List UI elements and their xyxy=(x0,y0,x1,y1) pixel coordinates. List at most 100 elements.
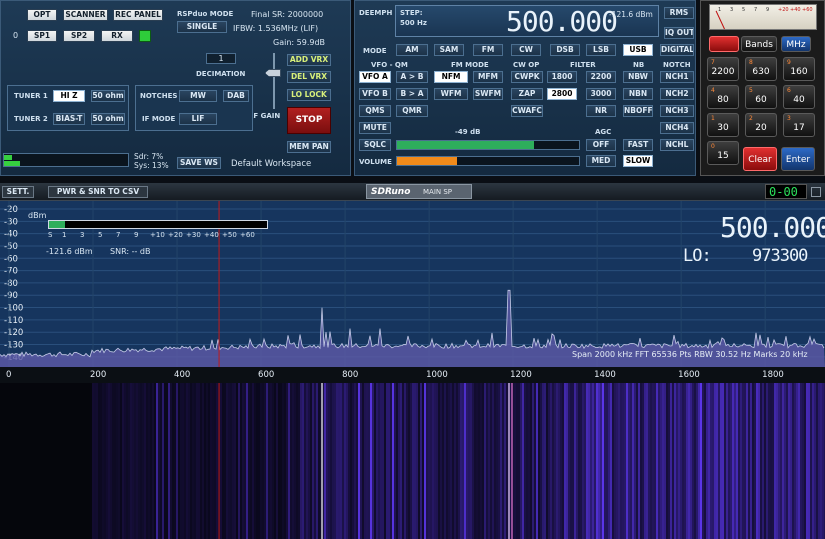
nch4-button[interactable]: NCH4 xyxy=(660,122,694,134)
filter-3000-button[interactable]: 3000 xyxy=(586,88,616,100)
cwpk-button[interactable]: CWPK xyxy=(511,71,543,83)
qms-button[interactable]: QMS xyxy=(359,105,391,117)
nr-button[interactable]: NR xyxy=(586,105,616,117)
agc-slow-button[interactable]: SLOW xyxy=(623,155,653,167)
deemph-label[interactable]: DEEMPH xyxy=(359,9,392,17)
agc-fast-button[interactable]: FAST xyxy=(623,139,653,151)
enter-button[interactable]: Enter xyxy=(781,147,815,171)
nfm-button[interactable]: NFM xyxy=(434,71,468,83)
mode-usb-button[interactable]: USB xyxy=(623,44,653,56)
vfo-frequency[interactable]: 500.000 xyxy=(506,5,618,38)
window-minimize-icon[interactable] xyxy=(811,187,821,197)
lo-lock-button[interactable]: LO LOCK xyxy=(287,89,331,101)
keypad-key-5[interactable]: 5 60 xyxy=(745,85,777,109)
keypad-key-0[interactable]: 0 15 xyxy=(707,141,739,165)
db-tick-label: -40 xyxy=(4,230,18,240)
nch2-button[interactable]: NCH2 xyxy=(660,88,694,100)
iq-out-button[interactable]: IQ OUT xyxy=(664,27,694,39)
a-to-b-button[interactable]: A > B xyxy=(396,71,428,83)
rspduo-mode-button[interactable]: SINGLE xyxy=(177,21,227,33)
spectrum-display[interactable]: -20 -30 -40 -50 -60 -70 -80 -90 -100 -110 -120 -130… xyxy=(0,201,825,367)
volume-slider[interactable] xyxy=(396,156,580,166)
filter-2800-button[interactable]: 2800 xyxy=(547,88,577,100)
opt-button[interactable]: OPT xyxy=(27,9,57,21)
cwafc-button[interactable]: CWAFC xyxy=(511,105,543,117)
nboff-button[interactable]: NBOFF xyxy=(623,105,653,117)
stop-button[interactable]: STOP xyxy=(287,107,331,134)
tuner1-port-button[interactable]: HI Z xyxy=(53,90,85,102)
clear-label: Clear xyxy=(748,155,772,165)
keypad-key-1[interactable]: 1 30 xyxy=(707,113,739,137)
add-vrx-button[interactable]: ADD VRX xyxy=(287,54,331,66)
filter-2200-button[interactable]: 2200 xyxy=(586,71,616,83)
mode-dsb-button[interactable]: DSB xyxy=(550,44,580,56)
pwr-snr-csv-button[interactable]: PWR & SNR TO CSV xyxy=(48,186,148,198)
smeter-tick-label: 5 xyxy=(98,231,103,239)
zap-button[interactable]: ZAP xyxy=(511,88,543,100)
agc-off-button[interactable]: OFF xyxy=(586,139,616,151)
mode-label: MODE xyxy=(363,47,387,55)
mode-fm-button[interactable]: FM xyxy=(473,44,503,56)
save-workspace-button[interactable]: SAVE WS xyxy=(177,157,221,169)
waterfall-column xyxy=(568,383,570,539)
nch3-button[interactable]: NCH3 xyxy=(660,105,694,117)
agc-med-button[interactable]: MED xyxy=(586,155,616,167)
nch1-button[interactable]: NCH1 xyxy=(660,71,694,83)
decimation-value[interactable]: 1 xyxy=(206,53,236,64)
waterfall-column xyxy=(666,383,668,539)
keypad-key-4[interactable]: 4 80 xyxy=(707,85,739,109)
keypad-key-6[interactable]: 6 40 xyxy=(783,85,815,109)
mode-lsb-button[interactable]: LSB xyxy=(586,44,616,56)
vfo-b-button[interactable]: VFO B xyxy=(359,88,391,100)
nbw-button[interactable]: NBW xyxy=(623,71,653,83)
sp1-button[interactable]: SP1 xyxy=(27,30,57,42)
if-mode-button[interactable]: LIF xyxy=(179,113,217,125)
sqlc-button[interactable]: SQLC xyxy=(359,139,391,151)
rf-gain-handle[interactable] xyxy=(265,69,281,77)
squelch-slider[interactable] xyxy=(396,140,580,150)
swfm-button[interactable]: SWFM xyxy=(473,88,503,100)
waterfall-column xyxy=(396,383,398,539)
vfo-a-button[interactable]: VFO A xyxy=(359,71,391,83)
mode-cw-button[interactable]: CW xyxy=(511,44,541,56)
clear-button[interactable]: Clear xyxy=(743,147,777,171)
mem-pan-button[interactable]: MEM PAN xyxy=(287,141,331,153)
qmr-button[interactable]: QMR xyxy=(396,105,428,117)
nchl-button[interactable]: NCHL xyxy=(660,139,694,151)
spectrum-settings-button[interactable]: SETT. xyxy=(2,186,34,198)
waterfall-column xyxy=(170,383,172,539)
digital-button[interactable]: DIGITAL xyxy=(660,44,694,56)
waterfall-column xyxy=(456,383,458,539)
nbn-button[interactable]: NBN xyxy=(623,88,653,100)
scanner-button[interactable]: SCANNER xyxy=(63,9,108,21)
keypad-key-9[interactable]: 9 160 xyxy=(783,57,815,81)
keypad-power-button[interactable] xyxy=(709,36,739,52)
filter-1800-button[interactable]: 1800 xyxy=(547,71,577,83)
tuner2-port-button[interactable]: BIAS-T xyxy=(53,113,85,125)
keypad-key-2[interactable]: 2 20 xyxy=(745,113,777,137)
bands-button[interactable]: Bands xyxy=(741,36,777,52)
tuner2-impedance-button[interactable]: 50 ohm xyxy=(91,113,125,125)
tuner1-impedance-button[interactable]: 50 ohm xyxy=(91,90,125,102)
rec-panel-button[interactable]: REC PANEL xyxy=(113,9,163,21)
keypad-key-3[interactable]: 3 17 xyxy=(783,113,815,137)
keypad-key-8[interactable]: 8 630 xyxy=(745,57,777,81)
waterfall-display[interactable] xyxy=(0,383,825,539)
keypad-key-7[interactable]: 7 2200 xyxy=(707,57,739,81)
b-to-a-button[interactable]: B > A xyxy=(396,88,428,100)
notch-dab-button[interactable]: DAB xyxy=(223,90,249,102)
rms-button[interactable]: RMS xyxy=(664,7,694,19)
step-value[interactable]: 500 Hz xyxy=(400,19,427,27)
wfm-button[interactable]: WFM xyxy=(434,88,468,100)
rx-button[interactable]: RX xyxy=(101,30,133,42)
smeter-tick-label: 3 xyxy=(80,231,85,239)
mute-button[interactable]: MUTE xyxy=(359,122,391,134)
mfm-button[interactable]: MFM xyxy=(473,71,503,83)
mode-sam-button[interactable]: SAM xyxy=(434,44,464,56)
del-vrx-button[interactable]: DEL VRX xyxy=(287,71,331,83)
rf-gain-slider[interactable] xyxy=(265,53,281,109)
mhz-button[interactable]: MHz xyxy=(781,36,811,52)
notch-mw-button[interactable]: MW xyxy=(179,90,217,102)
mode-am-button[interactable]: AM xyxy=(396,44,428,56)
sp2-button[interactable]: SP2 xyxy=(63,30,95,42)
